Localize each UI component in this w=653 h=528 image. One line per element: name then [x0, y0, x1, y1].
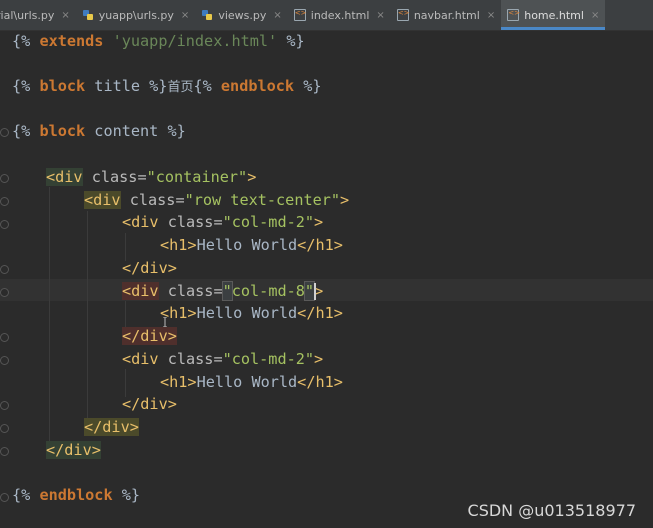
- code-line-h1: <h1>Hello World</h1>: [160, 236, 343, 254]
- close-icon[interactable]: ×: [61, 10, 69, 21]
- python-file-icon: [82, 9, 94, 21]
- fold-marker-icon[interactable]: [0, 356, 9, 365]
- fold-marker-icon[interactable]: [0, 197, 9, 206]
- code-line-div-close: </div>: [122, 259, 177, 277]
- code-line-div-container: <div class="container">: [46, 168, 257, 186]
- code-line-block-title: {% block title %}首页{% endblock %}: [12, 77, 322, 95]
- tab-yuapp-urls-py[interactable]: yuapp\urls.py ×: [76, 0, 196, 30]
- code-line-div-close: </div>: [122, 327, 177, 345]
- text-caret: [314, 283, 316, 300]
- code-line-div-col-md-2: <div class="col-md-2">: [122, 213, 324, 231]
- fold-marker-icon[interactable]: [0, 220, 9, 229]
- html-file-icon: [396, 9, 410, 21]
- fold-marker-icon[interactable]: [0, 128, 9, 137]
- code-line-div-col-md-8: <div class="col-md-8">: [122, 281, 324, 301]
- fold-marker-icon[interactable]: [0, 333, 9, 342]
- code-line-h1: <h1>Hello World</h1>: [160, 373, 343, 391]
- tab-label: yuapp\urls.py: [98, 8, 174, 22]
- tab-label: rial\urls.py: [0, 8, 55, 22]
- current-line-highlight: [0, 279, 653, 301]
- code-line-endblock: {% endblock %}: [12, 486, 141, 504]
- tab-label: navbar.html: [413, 8, 480, 22]
- code-line-div-close-container: </div>: [46, 441, 101, 459]
- fold-marker-icon[interactable]: [0, 174, 9, 183]
- html-file-icon: [293, 9, 307, 21]
- indent-guide: [49, 187, 50, 445]
- tab-index-html[interactable]: index.html ×: [288, 0, 391, 30]
- close-icon[interactable]: ×: [591, 10, 599, 21]
- code-line-div-row: <div class="row text-center">: [84, 191, 350, 209]
- indent-guide: [87, 211, 88, 423]
- fold-marker-icon[interactable]: [0, 265, 9, 274]
- code-line-div-col-md-2: <div class="col-md-2">: [122, 350, 324, 368]
- text-cursor-icon: [163, 317, 167, 327]
- csdn-watermark: CSDN @u013518977: [467, 501, 636, 520]
- close-icon[interactable]: ×: [273, 10, 281, 21]
- close-icon[interactable]: ×: [181, 10, 189, 21]
- code-line-extends: {% extends 'yuapp/index.html' %}: [12, 32, 305, 50]
- fold-marker-icon[interactable]: [0, 447, 9, 456]
- tab-rial-urls-py[interactable]: rial\urls.py ×: [0, 0, 76, 30]
- code-line-h1: <h1>Hello World</h1>: [160, 304, 343, 322]
- fold-marker-icon[interactable]: [0, 493, 9, 502]
- close-icon[interactable]: ×: [376, 10, 384, 21]
- tab-views-py[interactable]: views.py ×: [195, 0, 287, 30]
- editor-tab-bar: rial\urls.py × yuapp\urls.py × views.py …: [0, 0, 653, 31]
- fold-marker-icon[interactable]: [0, 401, 9, 410]
- code-line-block-content: {% block content %}: [12, 122, 186, 140]
- fold-marker-icon[interactable]: [0, 288, 9, 297]
- close-icon[interactable]: ×: [487, 10, 495, 21]
- tab-label: index.html: [310, 8, 370, 22]
- tab-label: views.py: [218, 8, 267, 22]
- html-file-icon: [507, 9, 520, 21]
- tab-label: home.html: [524, 8, 584, 22]
- code-line-div-close: </div>: [122, 395, 177, 413]
- code-editor[interactable]: {% extends 'yuapp/index.html' %} {% bloc…: [0, 31, 653, 528]
- python-file-icon: [201, 9, 213, 21]
- tab-navbar-html[interactable]: navbar.html ×: [391, 0, 501, 30]
- code-line-div-close-row: </div>: [84, 418, 139, 436]
- fold-marker-icon[interactable]: [0, 424, 9, 433]
- tab-home-html[interactable]: home.html ×: [501, 0, 606, 30]
